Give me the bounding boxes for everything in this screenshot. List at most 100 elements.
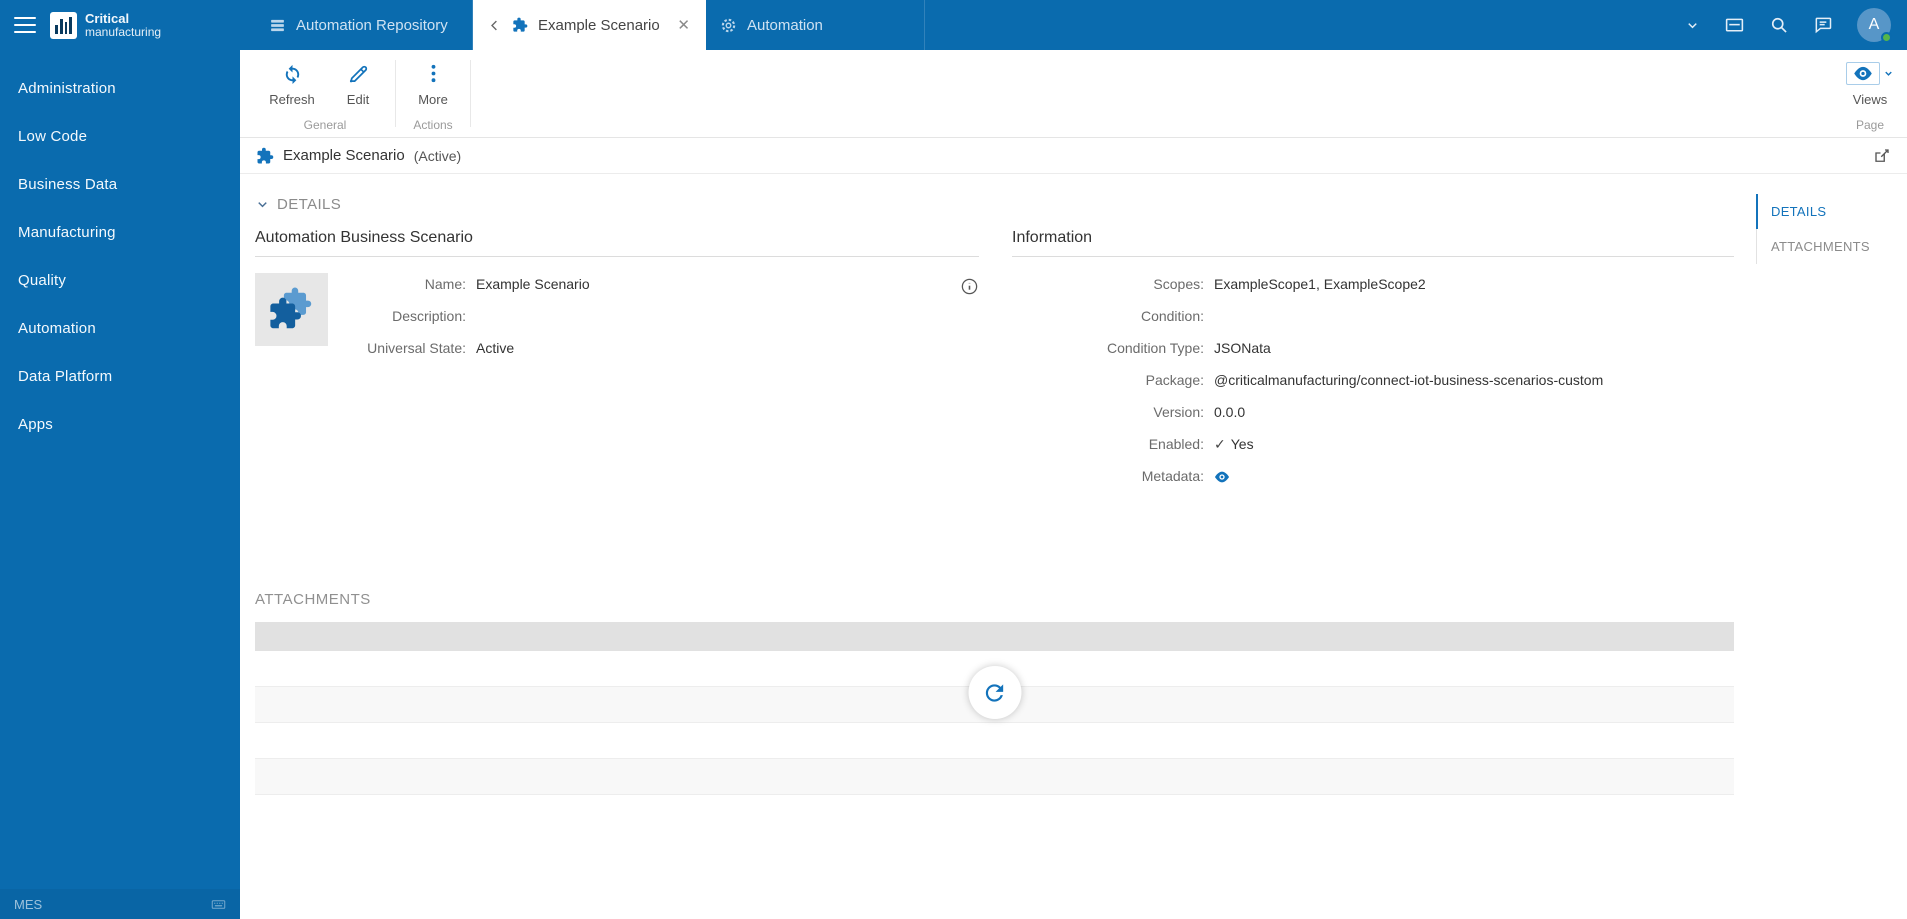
- field-condition-type: Condition Type: JSONata: [1012, 339, 1734, 358]
- chevron-down-icon: [255, 197, 270, 212]
- topbar-actions: A: [1685, 0, 1907, 50]
- scan-icon[interactable]: [1724, 15, 1745, 36]
- field-metadata: Metadata:: [1012, 467, 1734, 486]
- close-tab-icon[interactable]: ✕: [675, 16, 692, 35]
- sidebar-header: Critical manufacturing: [0, 0, 240, 50]
- ribbon-group-label-actions: Actions: [413, 118, 453, 132]
- keyboard-icon[interactable]: [211, 897, 226, 912]
- hamburger-menu-icon[interactable]: [14, 17, 36, 33]
- field-scopes: Scopes: ExampleScope1, ExampleScope2: [1012, 275, 1734, 294]
- brand-name: Critical manufacturing: [85, 12, 161, 38]
- ribbon-right: Views Page: [1833, 50, 1907, 137]
- attachments-grid: [255, 622, 1734, 795]
- sidebar-item-apps[interactable]: Apps: [0, 400, 240, 448]
- avatar[interactable]: A: [1857, 8, 1892, 43]
- refresh-icon: [281, 62, 304, 85]
- more-label: More: [418, 92, 448, 107]
- field-value: ExampleScope1, ExampleScope2: [1214, 276, 1426, 292]
- field-label: Version:: [1153, 404, 1204, 420]
- topbar: Automation Repository Example Scenario ✕: [240, 0, 1907, 50]
- details-section-title: DETAILS: [277, 196, 342, 213]
- sidebar-item-low-code[interactable]: Low Code: [0, 112, 240, 160]
- info-icon[interactable]: [960, 277, 979, 301]
- more-button[interactable]: More: [404, 62, 462, 107]
- grid-row: [255, 723, 1734, 759]
- tab-example-scenario[interactable]: Example Scenario ✕: [473, 0, 706, 50]
- presence-dot: [1881, 32, 1892, 43]
- sidebar-item-administration[interactable]: Administration: [0, 64, 240, 112]
- field-value: Example Scenario: [476, 276, 590, 292]
- field-label: Condition:: [1140, 308, 1204, 324]
- chat-icon[interactable]: [1813, 15, 1833, 35]
- tab-automation-repository[interactable]: Automation Repository: [255, 0, 473, 50]
- field-label: Metadata:: [1141, 468, 1204, 484]
- details-panels: Automation Business Scenario Name: Examp…: [255, 229, 1734, 499]
- field-value: Active: [476, 340, 515, 356]
- ribbon-group-label-page: Page: [1855, 118, 1885, 132]
- check-icon: ✓: [1214, 436, 1226, 452]
- tab-label: Automation: [747, 16, 823, 34]
- side-tab-details[interactable]: DETAILS: [1756, 194, 1907, 229]
- side-tab-attachments[interactable]: ATTACHMENTS: [1757, 229, 1907, 264]
- attachments-section: ATTACHMENTS: [255, 591, 1734, 795]
- page-body: DETAILS Automation Business Scenario Nam…: [240, 174, 1907, 919]
- back-chevron-icon[interactable]: [487, 18, 502, 33]
- brand-logo-icon: [50, 11, 77, 39]
- field-version: Version: 0.0.0: [1012, 403, 1734, 422]
- sidebar-nav: Administration Low Code Business Data Ma…: [0, 64, 240, 448]
- field-label: Enabled:: [1148, 436, 1204, 452]
- field-label: Condition Type:: [1106, 340, 1204, 356]
- field-value: ✓ Yes: [1214, 436, 1254, 452]
- field-label: Description:: [392, 308, 466, 324]
- field-label: Universal State:: [367, 340, 466, 356]
- refresh-button[interactable]: Refresh: [263, 62, 321, 107]
- sidebar-footer: MES: [0, 889, 240, 919]
- field-description: Description:: [350, 307, 979, 326]
- repository-icon: [269, 17, 286, 34]
- tab-automation[interactable]: Automation: [706, 0, 925, 50]
- scenario-puzzle-icon: [512, 17, 528, 33]
- views-frame: [1846, 62, 1880, 85]
- refresh-label: Refresh: [269, 92, 315, 107]
- search-icon[interactable]: [1769, 15, 1789, 35]
- field-enabled: Enabled: ✓ Yes: [1012, 435, 1734, 454]
- pencil-icon: [347, 62, 370, 85]
- ribbon-group-label-general: General: [303, 118, 347, 132]
- ribbon-group-page: Views Page: [1833, 50, 1907, 137]
- edit-button[interactable]: Edit: [329, 62, 387, 107]
- entity-header: Example Scenario (Active): [240, 138, 1907, 174]
- sidebar-item-business-data[interactable]: Business Data: [0, 160, 240, 208]
- details-section-header[interactable]: DETAILS: [255, 196, 1734, 213]
- field-label: Name:: [424, 276, 466, 292]
- open-in-popup-icon[interactable]: [1873, 147, 1891, 165]
- tabs-dropdown-icon[interactable]: [1685, 18, 1700, 33]
- scenario-panel-title: Automation Business Scenario: [255, 229, 979, 257]
- sidebar-item-data-platform[interactable]: Data Platform: [0, 352, 240, 400]
- entity-title: Example Scenario: [283, 147, 405, 164]
- sidebar-item-automation[interactable]: Automation: [0, 304, 240, 352]
- sidebar-item-manufacturing[interactable]: Manufacturing: [0, 208, 240, 256]
- metadata-eye-icon[interactable]: [1214, 471, 1230, 483]
- ribbon-group-actions: More Actions: [396, 50, 470, 137]
- views-caret-icon[interactable]: [1883, 68, 1894, 79]
- avatar-initial: A: [1868, 16, 1880, 33]
- field-condition: Condition:: [1012, 307, 1734, 326]
- side-tab-strip: DETAILS ATTACHMENTS: [1756, 174, 1907, 919]
- entity-state: (Active): [413, 147, 462, 164]
- field-value: 0.0.0: [1214, 404, 1246, 420]
- sidebar: Critical manufacturing Administration Lo…: [0, 0, 240, 919]
- tab-label: Example Scenario: [538, 16, 660, 34]
- information-panel: Information Scopes: ExampleScope1, Examp…: [1012, 229, 1734, 499]
- views-button[interactable]: Views: [1841, 62, 1899, 107]
- field-universal-state: Universal State: Active: [350, 339, 979, 358]
- brand-logo: Critical manufacturing: [50, 11, 161, 39]
- attachments-title: ATTACHMENTS: [255, 591, 371, 608]
- information-fields: Scopes: ExampleScope1, ExampleScope2 Con…: [1012, 273, 1734, 486]
- sidebar-item-quality[interactable]: Quality: [0, 256, 240, 304]
- app-window: Critical manufacturing Administration Lo…: [0, 0, 1907, 919]
- field-label: Package:: [1145, 372, 1204, 388]
- brand-name-light: manufacturing: [85, 24, 162, 39]
- entity-puzzle-icon: [256, 147, 274, 165]
- scenario-image: [255, 273, 328, 346]
- field-package: Package: @criticalmanufacturing/connect-…: [1012, 371, 1734, 390]
